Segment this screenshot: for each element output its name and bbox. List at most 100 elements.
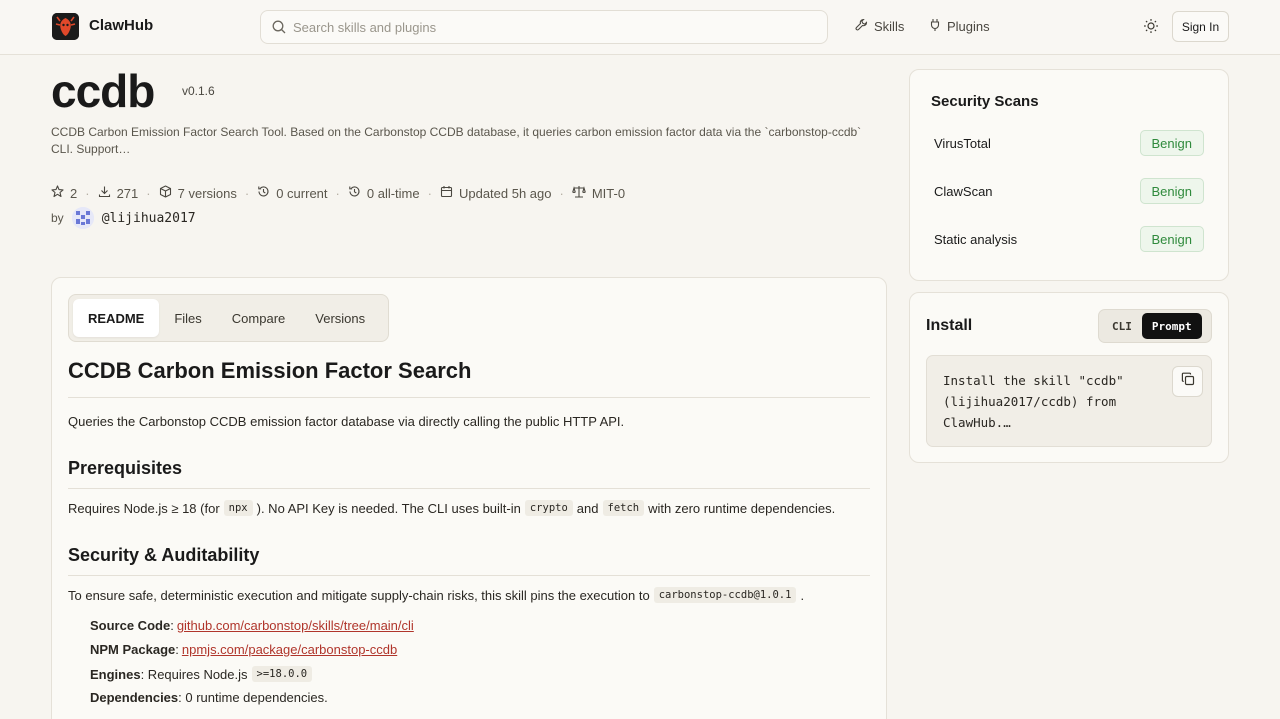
inline-code: fetch (602, 500, 645, 516)
text-fragment: : 0 runtime dependencies. (178, 690, 328, 705)
calendar-icon (440, 185, 453, 201)
license-stat: MIT-0 (572, 185, 625, 201)
search-bar[interactable] (260, 10, 828, 44)
versions-count: 7 versions (177, 185, 237, 201)
tab-readme[interactable]: README (73, 299, 160, 337)
separator-dot: · (335, 185, 340, 201)
nav-skills-label: Skills (874, 18, 905, 34)
status-badge[interactable]: Benign (1139, 226, 1204, 252)
separator-dot: · (85, 185, 90, 201)
package-stats: 2 · 271 · 7 versions · 0 current · 0 all… (51, 185, 625, 201)
nav-plugins-label: Plugins (947, 19, 990, 34)
list-label: Dependencies (90, 690, 179, 705)
copy-icon (1181, 372, 1195, 391)
tab-bar: README Files Compare Versions (68, 294, 389, 342)
current-stat: 0 current (257, 185, 328, 201)
all-time-stat: 0 all-time (348, 185, 420, 201)
security-scans-card: Security Scans VirusTotal Benign ClawSca… (909, 69, 1229, 281)
top-navbar: ClawHub Skills Plugins Sign In (0, 0, 1280, 55)
version-badge: v0.1.6 (182, 84, 215, 98)
copy-button[interactable] (1172, 366, 1203, 397)
text-fragment: : Requires Node.js (140, 666, 248, 682)
scan-name: VirusTotal (934, 135, 991, 151)
inline-code: crypto (524, 500, 573, 516)
separator-dot: · (244, 185, 250, 201)
security-heading: Security & Auditability (68, 545, 260, 565)
current-count: 0 current (276, 185, 328, 201)
stars-count: 2 (70, 185, 78, 201)
author-byline: by @lijihua2017 (51, 207, 196, 229)
separator-dot: · (559, 185, 564, 201)
sign-in-button[interactable]: Sign In (1172, 11, 1229, 42)
author-handle[interactable]: @lijihua2017 (102, 211, 196, 226)
clawhub-logo[interactable] (52, 13, 79, 40)
npm-package-link[interactable]: npmjs.com/package/carbonstop-ccdb (182, 642, 397, 657)
install-mode-toggle: CLI Prompt (1098, 309, 1212, 343)
inline-code: carbonstop-ccdb@1.0.1 (653, 587, 797, 603)
scan-row-clawscan: ClawScan Benign (934, 177, 1204, 205)
list-item: Source Code: github.com/carbonstop/skill… (90, 618, 414, 633)
source-code-link[interactable]: github.com/carbonstop/skills/tree/main/c… (177, 618, 414, 633)
mode-prompt-button[interactable]: Prompt (1141, 313, 1202, 339)
search-icon (272, 20, 286, 39)
list-label: Engines (90, 666, 141, 682)
history-icon (257, 185, 270, 201)
history-icon (348, 185, 361, 201)
nav-skills[interactable]: Skills (855, 18, 904, 34)
downloads-count: 271 (116, 185, 139, 201)
star-icon (51, 185, 64, 201)
updated-text: Updated 5h ago (458, 185, 552, 201)
readme-card: README Files Compare Versions CCDB Carbo… (51, 277, 887, 719)
install-command-box: Install the skill "ccdb" (lijihua2017/cc… (926, 355, 1212, 447)
stars-stat[interactable]: 2 (51, 185, 77, 201)
search-input[interactable] (293, 11, 813, 43)
status-badge[interactable]: Benign (1139, 130, 1204, 156)
text-fragment: ). No API Key is needed. The CLI uses bu… (256, 500, 521, 516)
heading-divider (68, 397, 870, 398)
mode-cli-button[interactable]: CLI (1102, 313, 1142, 339)
inline-code: >=18.0.0 (251, 666, 313, 682)
security-text: To ensure safe, deterministic execution … (68, 587, 804, 603)
package-title: ccdb (51, 65, 155, 117)
package-description: CCDB Carbon Emission Factor Search Tool.… (51, 125, 862, 156)
install-title: Install (926, 317, 973, 334)
text-fragment: and (576, 500, 599, 516)
tab-files[interactable]: Files (159, 299, 216, 337)
plug-icon (929, 18, 941, 35)
status-badge[interactable]: Benign (1139, 178, 1204, 204)
scan-row-static-analysis: Static analysis Benign (934, 225, 1204, 253)
download-icon (98, 185, 111, 201)
versions-stat[interactable]: 7 versions (159, 185, 237, 201)
heading-divider (68, 488, 870, 489)
nav-plugins[interactable]: Plugins (929, 18, 990, 35)
text-fragment: Requires Node.js ≥ 18 (for (68, 500, 220, 516)
tab-versions[interactable]: Versions (300, 299, 380, 337)
scan-name: ClawScan (934, 183, 993, 199)
list-item: Engines : Requires Node.js >=18.0.0 (90, 666, 316, 682)
wrench-icon (855, 18, 868, 34)
license-text: MIT-0 (591, 185, 626, 201)
scan-row-virustotal: VirusTotal Benign (934, 129, 1204, 157)
scan-name: Static analysis (934, 231, 1018, 247)
install-command[interactable]: Install the skill "ccdb" (lijihua2017/cc… (943, 370, 1153, 433)
list-item: NPM Package: npmjs.com/package/carbonsto… (90, 642, 398, 657)
sun-icon[interactable] (1143, 18, 1159, 39)
downloads-stat: 271 (98, 185, 139, 201)
text-fragment: To ensure safe, deterministic execution … (68, 587, 650, 603)
readme-intro: Queries the Carbonstop CCDB emission fac… (68, 414, 625, 429)
all-time-count: 0 all-time (366, 185, 420, 201)
heading-divider (68, 575, 870, 576)
separator-dot: · (146, 185, 151, 201)
text-fragment: with zero runtime dependencies. (648, 500, 836, 516)
text-fragment: . (800, 587, 805, 603)
package-icon (159, 185, 172, 201)
security-scans-title: Security Scans (931, 93, 1039, 110)
install-card: Install CLI Prompt Install the skill "cc… (909, 292, 1229, 463)
brand-name[interactable]: ClawHub (89, 17, 153, 34)
updated-stat: Updated 5h ago (440, 185, 552, 201)
avatar[interactable] (71, 207, 94, 229)
readme-heading: CCDB Carbon Emission Factor Search (68, 358, 472, 383)
list-label: Source Code (90, 618, 171, 633)
tab-compare[interactable]: Compare (217, 299, 300, 337)
inline-code: npx (223, 500, 253, 516)
